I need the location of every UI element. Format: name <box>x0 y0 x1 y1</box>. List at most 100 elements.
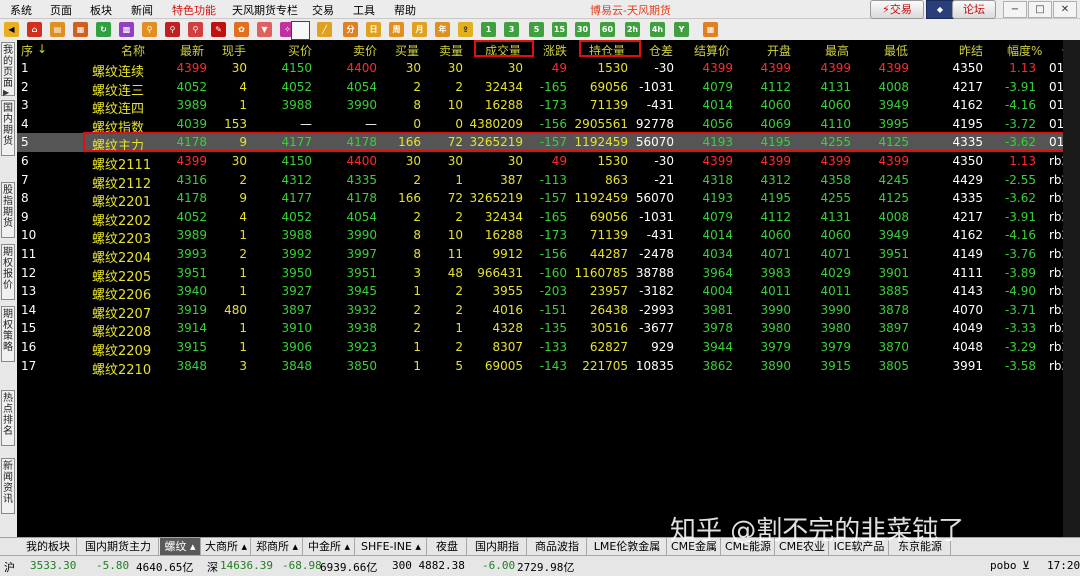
column-header-change[interactable]: 涨跌 <box>543 42 567 59</box>
menu-sector[interactable]: 板块 <box>90 2 112 18</box>
grid-icon[interactable]: ▩ <box>119 22 134 37</box>
menu-help[interactable]: 帮助 <box>394 2 416 18</box>
close-icon[interactable]: ✕ <box>1053 1 1077 18</box>
menu-tianfeng-column[interactable]: 天风期货专栏 <box>232 2 298 18</box>
column-header-low[interactable]: 最低 <box>884 42 908 59</box>
table-row[interactable]: 15 螺纹2208 3914 1 3910 3938 2 1 4328 -135 30516 -367… <box>17 319 1080 340</box>
sector-tab[interactable]: 商品波指 <box>528 538 587 555</box>
column-header-vol-now[interactable]: 现手 <box>222 42 246 59</box>
calendar-icon[interactable]: ▦ <box>73 22 88 37</box>
period-15min-button[interactable]: 15 <box>552 22 567 37</box>
period-month-button[interactable]: 月 <box>412 22 427 37</box>
export-icon[interactable]: ⇪ <box>458 22 473 37</box>
table-row[interactable]: 7 螺纹2112 4316 2 4312 4335 2 1 387 -113 863 -21 4318 4… <box>17 171 1080 192</box>
column-header-prev-settle[interactable]: 昨结 <box>959 42 983 59</box>
period-60min-button[interactable]: 60 <box>600 22 615 37</box>
triangle-right-icon[interactable]: ▶ <box>3 88 9 97</box>
sector-tab[interactable]: 郑商所 ▴ <box>252 538 303 555</box>
search-minus-icon[interactable]: ⚲ <box>188 22 203 37</box>
cell-pct: -3.76 <box>1004 247 1036 261</box>
sidebar-tab-option-strategy[interactable]: 期权策略 <box>1 306 15 362</box>
period-week-button[interactable]: 周 <box>389 22 404 37</box>
table-row[interactable]: 13 螺纹2206 3940 1 3927 3945 1 2 3955 -203 23957 -318… <box>17 282 1080 303</box>
cell-oi: 30516 <box>589 321 628 336</box>
menu-tools[interactable]: 工具 <box>353 2 375 18</box>
maximize-icon[interactable]: □ <box>1028 1 1052 18</box>
table-row[interactable]: 14 螺纹2207 3919 480 3897 3932 2 2 4016 -151 26438 -2… <box>17 301 1080 322</box>
refresh-icon[interactable]: ↻ <box>96 22 111 37</box>
minimize-icon[interactable]: − <box>1003 1 1027 18</box>
menu-news[interactable]: 新闻 <box>131 2 153 18</box>
forum-button[interactable]: 论坛 <box>952 0 996 19</box>
period-year-green-button[interactable]: Y <box>674 22 689 37</box>
sector-tab[interactable]: 中金所 ▴ <box>304 538 355 555</box>
menu-page[interactable]: 页面 <box>50 2 72 18</box>
table-row[interactable]: 8 螺纹2201 4178 9 4177 4178 166 72 3265219 -157 1192… <box>17 189 1080 210</box>
sector-tab[interactable]: SHFE-INE ▴ <box>356 538 427 555</box>
table-row[interactable]: 10 螺纹2203 3989 1 3988 3990 8 10 16288 -173 71139 -4… <box>17 226 1080 247</box>
column-header-last[interactable]: 最新 <box>180 42 204 59</box>
column-header-ask[interactable]: 卖价 <box>353 42 377 59</box>
home-icon[interactable]: ⌂ <box>27 22 42 37</box>
table-row[interactable]: 17 螺纹2210 3848 3 3848 3850 1 5 69005 -143 221705 10… <box>17 357 1080 378</box>
period-minute-button[interactable]: 分 <box>343 22 358 37</box>
sidebar-tab-index-futures[interactable]: 股指期货 <box>1 182 15 238</box>
column-header-name[interactable]: 名称 <box>121 42 145 59</box>
trade-button[interactable]: ⚡交易 <box>870 0 924 19</box>
table-row[interactable]: 6 螺纹2111 4399 30 4150 4400 30 30 30 49 1530 -30 4399… <box>17 152 1080 173</box>
table-row[interactable]: 11 螺纹2204 3993 2 3992 3997 8 11 9912 -156 44287 -24… <box>17 245 1080 266</box>
calculator-icon[interactable]: ▦ <box>703 22 718 37</box>
cell-oi: 1192459 <box>574 191 628 206</box>
period-30min-button[interactable]: 30 <box>575 22 590 37</box>
sort-arrow-icon[interactable]: ↓ <box>37 42 47 56</box>
column-header-settle[interactable]: 结算价 <box>694 42 730 59</box>
chart-line-icon[interactable]: ╱ <box>317 22 332 37</box>
sector-tab[interactable]: 我的板块 <box>20 538 77 555</box>
sector-tab[interactable]: 国内期指 <box>468 538 527 555</box>
table-row[interactable]: 12 螺纹2205 3951 1 3950 3951 3 48 966431 -160 116078… <box>17 264 1080 285</box>
column-header-ask-vol[interactable]: 卖量 <box>439 42 463 59</box>
sidebar-tab-option-quotes[interactable]: 期权报价 <box>1 244 15 300</box>
column-header-seq[interactable]: 序 <box>21 42 33 59</box>
column-header-pct[interactable]: 幅度% <box>1007 42 1042 59</box>
sector-tab[interactable]: 国内期货主力 <box>78 538 159 555</box>
column-header-bid-vol[interactable]: 买量 <box>395 42 419 59</box>
notebook-icon[interactable]: ▤ <box>50 22 65 37</box>
back-arrow-icon[interactable]: ◀ <box>4 22 19 37</box>
menu-special-features[interactable]: 特色功能 <box>172 2 216 18</box>
period-4h-button[interactable]: 4h <box>650 22 665 37</box>
paint-icon[interactable]: ✿ <box>234 22 249 37</box>
table-row[interactable]: 4 螺纹指数 4039 153— —0 0 4380209 -156 2905561 92778 4… <box>17 115 1080 136</box>
period-year-button[interactable]: 年 <box>435 22 450 37</box>
sector-tab[interactable]: 大商所 ▴ <box>202 538 251 555</box>
period-day-button[interactable]: 日 <box>366 22 381 37</box>
period-3min-button[interactable]: 3 <box>504 22 519 37</box>
column-header-oi-diff[interactable]: 仓差 <box>649 42 673 59</box>
sidebar-tab-news[interactable]: 新闻资讯 <box>1 458 15 514</box>
pin-icon[interactable]: ▼ <box>257 22 272 37</box>
period-1min-button[interactable]: 1 <box>481 22 496 37</box>
table-row[interactable]: 3 螺纹连四 3989 1 3988 3990 8 10 16288 -173 71139 -431 4… <box>17 96 1080 117</box>
table-row[interactable]: 9 螺纹2202 4052 4 4052 4054 2 2 32434 -165 69056 -103… <box>17 208 1080 229</box>
sidebar-tab-hot-ranking[interactable]: 热点排名 <box>1 390 15 446</box>
table-row[interactable]: 16 螺纹2209 3915 1 3906 3923 1 2 8307 -133 62827 929 3… <box>17 338 1080 359</box>
table-row[interactable]: 2 螺纹连三 4052 4 4052 4054 2 2 32434 -165 69056 -1031 4… <box>17 78 1080 99</box>
quote-list-icon[interactable] <box>291 21 310 40</box>
column-header-open[interactable]: 开盘 <box>767 42 791 59</box>
sector-tab[interactable]: 夜盘 <box>428 538 467 555</box>
filter-icon[interactable]: ⊻ <box>1022 559 1030 572</box>
period-2h-button[interactable]: 2h <box>625 22 640 37</box>
menu-trade[interactable]: 交易 <box>312 2 334 18</box>
sector-tab[interactable]: LME伦敦金属 <box>588 538 667 555</box>
menu-system[interactable]: 系统 <box>10 2 32 18</box>
column-header-high[interactable]: 最高 <box>825 42 849 59</box>
vertical-scrollbar[interactable] <box>1063 40 1080 537</box>
search-plus-icon[interactable]: ⚲ <box>165 22 180 37</box>
pencil-icon[interactable]: ✎ <box>211 22 226 37</box>
search-icon[interactable]: ⚲ <box>142 22 157 37</box>
sidebar-tab-domestic-futures[interactable]: 国内期货 <box>1 100 15 156</box>
sector-tab[interactable]: 螺纹 ▴ <box>160 538 201 555</box>
period-5min-button[interactable]: 5 <box>529 22 544 37</box>
table-row[interactable]: 1 螺纹连续 4399 30 4150 4400 30 30 30 49 1530 -30 4399 43… <box>17 59 1080 80</box>
column-header-bid[interactable]: 买价 <box>288 42 312 59</box>
